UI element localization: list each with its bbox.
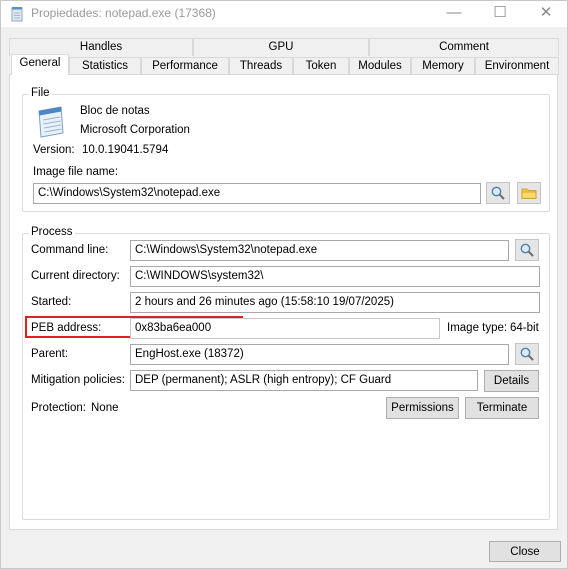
- folder-icon: [521, 188, 537, 199]
- maximize-button[interactable]: ☐: [477, 1, 523, 27]
- parent-field[interactable]: EngHost.exe (18372): [130, 344, 509, 365]
- general-panel: File Bloc de notas Microsoft Corporation…: [9, 74, 558, 530]
- notepad-icon: [11, 7, 23, 22]
- process-group-legend: Process: [29, 226, 75, 238]
- window-title: Propiedades: notepad.exe (17368): [31, 6, 216, 20]
- tab-performance[interactable]: Performance: [141, 57, 229, 75]
- command-line-field[interactable]: C:\Windows\System32\notepad.exe: [130, 240, 509, 261]
- image-file-name-label: Image file name:: [33, 166, 119, 178]
- version-label: Version:: [33, 144, 75, 156]
- close-button[interactable]: Close: [489, 541, 561, 562]
- tab-environment[interactable]: Environment: [475, 57, 559, 75]
- command-line-search-button[interactable]: [515, 239, 539, 261]
- permissions-button[interactable]: Permissions: [386, 397, 459, 419]
- tab-gpu[interactable]: GPU: [193, 38, 369, 56]
- details-button[interactable]: Details: [484, 370, 539, 392]
- peb-address-label: PEB address:: [31, 322, 102, 334]
- current-directory-label: Current directory:: [31, 270, 120, 282]
- terminate-button[interactable]: Terminate: [465, 397, 539, 419]
- tab-general[interactable]: General: [11, 54, 69, 75]
- search-icon: [520, 243, 534, 257]
- tab-token[interactable]: Token: [293, 57, 349, 75]
- mitigation-policies-field[interactable]: DEP (permanent); ASLR (high entropy); CF…: [130, 370, 478, 391]
- parent-search-button[interactable]: [515, 343, 539, 365]
- properties-window: Propiedades: notepad.exe (17368) — ☐ ✕ H…: [0, 0, 568, 569]
- file-group: File Bloc de notas Microsoft Corporation…: [22, 87, 550, 212]
- started-field[interactable]: 2 hours and 26 minutes ago (15:58:10 19/…: [130, 292, 540, 313]
- file-company: Microsoft Corporation: [80, 124, 190, 136]
- tab-modules[interactable]: Modules: [349, 57, 411, 75]
- notepad-large-icon: [38, 106, 64, 138]
- image-type-label: Image type:: [447, 322, 508, 334]
- parent-label: Parent:: [31, 348, 69, 360]
- command-line-label: Command line:: [31, 244, 109, 256]
- minimize-button[interactable]: —: [431, 1, 477, 27]
- file-group-legend: File: [29, 87, 52, 99]
- tab-comment[interactable]: Comment: [369, 38, 559, 56]
- tab-threads[interactable]: Threads: [229, 57, 293, 75]
- peb-address-field[interactable]: 0x83ba6ea000: [130, 318, 440, 339]
- search-icon: [491, 186, 505, 200]
- started-label: Started:: [31, 296, 72, 308]
- current-directory-field[interactable]: C:\WINDOWS\system32\: [130, 266, 540, 287]
- image-search-button[interactable]: [486, 182, 510, 204]
- protection-label: Protection:: [31, 402, 86, 414]
- tab-memory[interactable]: Memory: [411, 57, 475, 75]
- close-window-button[interactable]: ✕: [523, 1, 568, 27]
- protection-value: None: [91, 402, 119, 414]
- mitigation-policies-label: Mitigation policies:: [31, 374, 125, 386]
- image-file-name-field[interactable]: C:\Windows\System32\notepad.exe: [33, 183, 481, 204]
- tab-row-1: Handles GPU Comment: [9, 38, 559, 56]
- version-value: 10.0.19041.5794: [82, 144, 169, 156]
- image-type-value: 64-bit: [510, 322, 539, 334]
- tab-statistics[interactable]: Statistics: [69, 57, 141, 75]
- title-bar: Propiedades: notepad.exe (17368) — ☐ ✕: [1, 1, 567, 27]
- tab-row-2: General Statistics Performance Threads T…: [9, 54, 559, 75]
- file-description: Bloc de notas: [80, 105, 150, 117]
- open-folder-button[interactable]: [517, 182, 541, 204]
- search-icon: [520, 347, 534, 361]
- process-group: Process Command line: C:\Windows\System3…: [22, 226, 550, 520]
